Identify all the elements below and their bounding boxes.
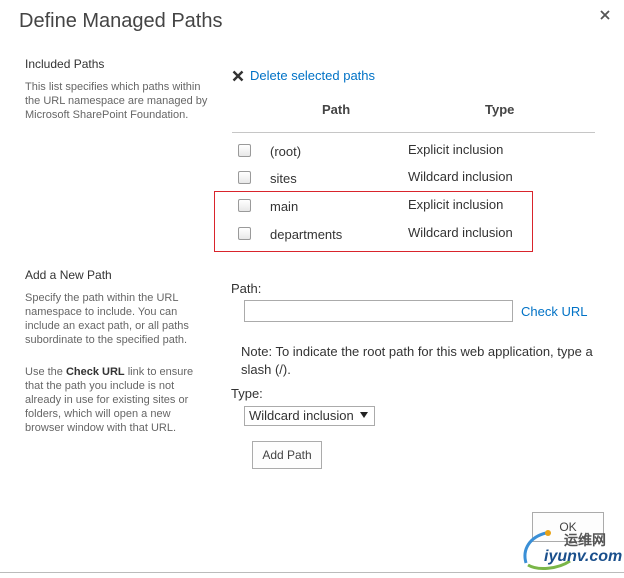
check-url-link[interactable]: Check URL [521,304,587,319]
path-input[interactable] [244,300,513,322]
instructions-check-url: Check URL [65,366,125,378]
type-column-header: Type [485,102,515,117]
close-icon[interactable] [598,8,612,22]
path-column-header: Path [322,102,351,117]
included-paths-heading: Included Paths [25,57,105,71]
type-select[interactable]: Wildcard inclusion [244,406,375,426]
add-path-button[interactable]: Add Path [252,441,322,469]
instructions-prefix: Use the [25,366,66,378]
table-row: (root) Explicit inclusion [232,140,595,164]
type-label: Type: [231,386,263,401]
path-label: Path: [231,281,262,296]
check-url-instructions: Use the Check URL link to ensure that th… [25,365,205,435]
row-path: (root) [270,144,302,159]
highlight-box [214,191,533,252]
header-divider [232,132,595,133]
root-path-note: Note: To indicate the root path for this… [241,344,593,377]
delete-selected-paths-link[interactable]: Delete selected paths [232,68,375,83]
included-paths-description: This list specifies which paths within t… [25,81,208,121]
row-type: Explicit inclusion [408,142,504,157]
delete-icon [232,70,244,82]
row-checkbox[interactable] [238,144,251,157]
define-managed-paths-dialog: Define Managed Paths Included Paths This… [0,0,624,574]
row-type: Wildcard inclusion [408,169,513,184]
row-checkbox[interactable] [238,171,251,184]
row-path: sites [270,171,297,186]
add-new-path-heading: Add a New Path [25,268,112,282]
table-row: sites Wildcard inclusion [232,167,595,191]
add-new-path-description: Specify the path within the URL namespac… [25,292,189,346]
delete-selected-paths-label: Delete selected paths [250,68,376,83]
bottom-divider [0,572,624,573]
watermark-text-cn: 运维网 [564,532,606,548]
dialog-title: Define Managed Paths [19,10,223,32]
watermark-text-url: iyunv.com [544,548,623,565]
type-select-value: Wildcard inclusion [249,408,354,423]
dropdown-arrow-icon [360,412,368,418]
